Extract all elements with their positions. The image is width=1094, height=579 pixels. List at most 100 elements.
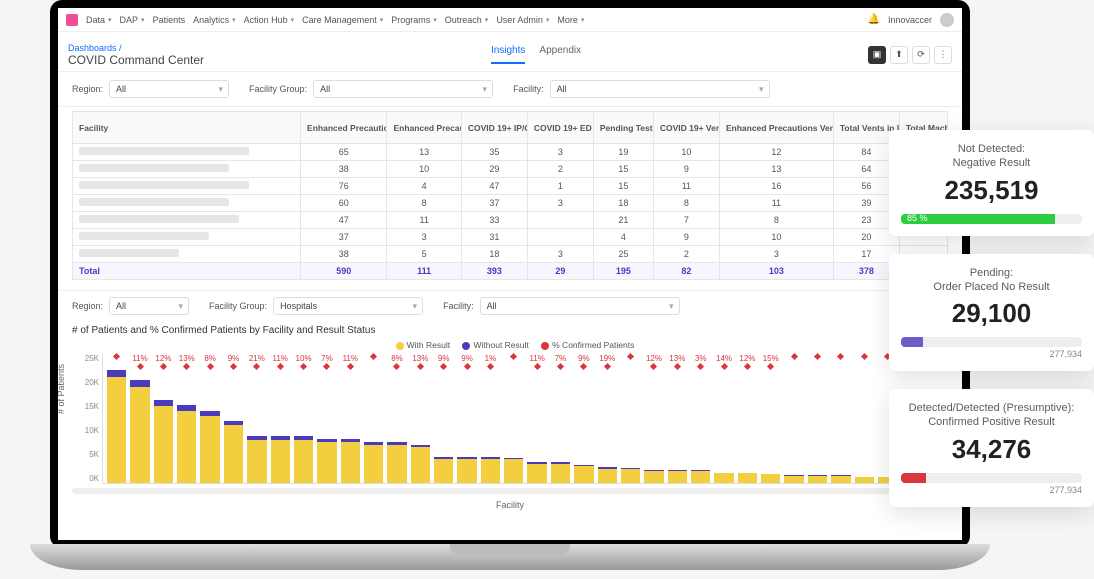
col-header[interactable]: COVID 19+ IP/OBS [461, 112, 527, 144]
chart-bar[interactable] [107, 354, 126, 483]
chart-bar[interactable]: 9% [434, 354, 453, 483]
filter2-region[interactable]: All [109, 297, 189, 315]
kpi-card[interactable]: Not Detected:Negative Result235,51985 % [889, 130, 1094, 236]
filter-region[interactable]: All [109, 80, 229, 98]
chart-bar[interactable]: 12% [738, 354, 757, 483]
cell: 47 [301, 212, 387, 229]
chart-bar[interactable] [808, 354, 827, 483]
refresh-icon[interactable]: ⟳ [912, 46, 930, 64]
chart-bar[interactable]: 14% [714, 354, 733, 483]
col-header[interactable]: Pending Tests [593, 112, 653, 144]
user-label[interactable]: Innovaccer [888, 15, 932, 25]
col-header[interactable]: Enhanced Precautions ED [387, 112, 461, 144]
y-axis-ticks: 25K20K15K10K5K0K [75, 354, 99, 483]
cell: 7 [653, 212, 719, 229]
kpi-value: 235,519 [901, 175, 1082, 206]
table-row[interactable]: 76447115111656 [73, 178, 948, 195]
chart-bar[interactable]: 8% [200, 354, 219, 483]
nav-care-management[interactable]: Care Management [302, 15, 383, 25]
table-row[interactable]: 385183252317 [73, 246, 948, 263]
nav-outreach[interactable]: Outreach [445, 15, 489, 25]
kpi-card[interactable]: Detected/Detected (Presumptive):Confirme… [889, 389, 1094, 507]
cell: 76 [301, 178, 387, 195]
chart-bar[interactable]: 11% [341, 354, 360, 483]
col-header[interactable]: COVID 19+ Vented [653, 112, 719, 144]
nav-programs[interactable]: Programs [391, 15, 437, 25]
cell: 19 [593, 144, 653, 161]
nav-dap[interactable]: DAP [120, 15, 145, 25]
nav-more[interactable]: More [557, 15, 584, 25]
chart-scrollbar[interactable] [72, 488, 948, 494]
chart-bar[interactable]: 13% [177, 354, 196, 483]
chart-bar[interactable]: 7% [551, 354, 570, 483]
col-header[interactable]: COVID 19+ ED [527, 112, 593, 144]
tab-insights[interactable]: Insights [491, 45, 525, 64]
chart-bar[interactable]: 7% [317, 354, 336, 483]
cell: 8 [719, 212, 833, 229]
kpi-value: 29,100 [901, 298, 1082, 329]
table-row[interactable]: 651335319101284 [73, 144, 948, 161]
chart-bar[interactable] [784, 354, 803, 483]
chart-bar[interactable] [364, 354, 383, 483]
chart-bar[interactable]: 19% [598, 354, 617, 483]
cell: 4 [387, 178, 461, 195]
chart-bar[interactable]: 12% [154, 354, 173, 483]
cell: 15 [593, 178, 653, 195]
filter2-facility[interactable]: All [480, 297, 680, 315]
chart-block: # of Patients and % Confirmed Patients b… [58, 321, 962, 520]
nav-user-admin[interactable]: User Admin [496, 15, 549, 25]
nav-patients[interactable]: Patients [153, 15, 186, 25]
kpi-card[interactable]: Pending:Order Placed No Result29,100277,… [889, 254, 1094, 372]
cell: 3 [387, 229, 461, 246]
cell: 37 [461, 195, 527, 212]
table-row[interactable]: 471133217823 [73, 212, 948, 229]
cell: 33 [461, 212, 527, 229]
chart-bar[interactable]: 15% [761, 354, 780, 483]
cell: 38 [301, 161, 387, 178]
filter2-group[interactable]: Hospitals [273, 297, 423, 315]
table-row[interactable]: 6083731881139 [73, 195, 948, 212]
chart-bar[interactable]: 8% [387, 354, 406, 483]
upload-icon[interactable]: ⬆ [890, 46, 908, 64]
table-row[interactable]: 37331491020 [73, 229, 948, 246]
chart-bar[interactable]: 11% [130, 354, 149, 483]
chart-bar[interactable]: 11% [271, 354, 290, 483]
more-icon[interactable]: ⋮ [934, 46, 952, 64]
filter-facility[interactable]: All [550, 80, 770, 98]
tab-appendix[interactable]: Appendix [539, 45, 581, 64]
chart-bar[interactable]: 9% [457, 354, 476, 483]
cell: 9 [653, 161, 719, 178]
nav-action-hub[interactable]: Action Hub [244, 15, 295, 25]
chart-bar[interactable] [831, 354, 850, 483]
chart-bar[interactable] [621, 354, 640, 483]
chart-bar[interactable] [855, 354, 874, 483]
y-axis-title: # of Patients [58, 363, 66, 413]
chart-bar[interactable]: 3% [691, 354, 710, 483]
chart-bar[interactable] [504, 354, 523, 483]
expand-icon[interactable]: ▣ [868, 46, 886, 64]
legend-swatch-pct-icon [541, 342, 549, 350]
chart-bar[interactable]: 10% [294, 354, 313, 483]
chart-bar[interactable]: 1% [481, 354, 500, 483]
legend-pct: % Confirmed Patients [552, 340, 634, 350]
filter-group[interactable]: All [313, 80, 493, 98]
col-header[interactable]: Enhanced Precautions IP/OBS [301, 112, 387, 144]
x-axis-title: Facility [72, 500, 948, 510]
chart-bar[interactable]: 13% [668, 354, 687, 483]
legend-without: Without Result [473, 340, 528, 350]
breadcrumb-parent[interactable]: Dashboards / [68, 43, 122, 53]
nav-analytics[interactable]: Analytics [193, 15, 236, 25]
col-header[interactable]: Facility [73, 112, 301, 144]
nav-data[interactable]: Data [86, 15, 112, 25]
chart-bar[interactable]: 11% [527, 354, 546, 483]
chart-bar[interactable]: 12% [644, 354, 663, 483]
table-row[interactable]: 38102921591364 [73, 161, 948, 178]
chart-bar[interactable]: 21% [247, 354, 266, 483]
cell: 31 [461, 229, 527, 246]
bell-icon[interactable]: 🔔 [868, 14, 880, 25]
col-header[interactable]: Enhanced Precautions Vented [719, 112, 833, 144]
chart-bar[interactable]: 9% [574, 354, 593, 483]
chart-bar[interactable]: 13% [411, 354, 430, 483]
avatar[interactable] [940, 13, 954, 27]
chart-bar[interactable]: 9% [224, 354, 243, 483]
